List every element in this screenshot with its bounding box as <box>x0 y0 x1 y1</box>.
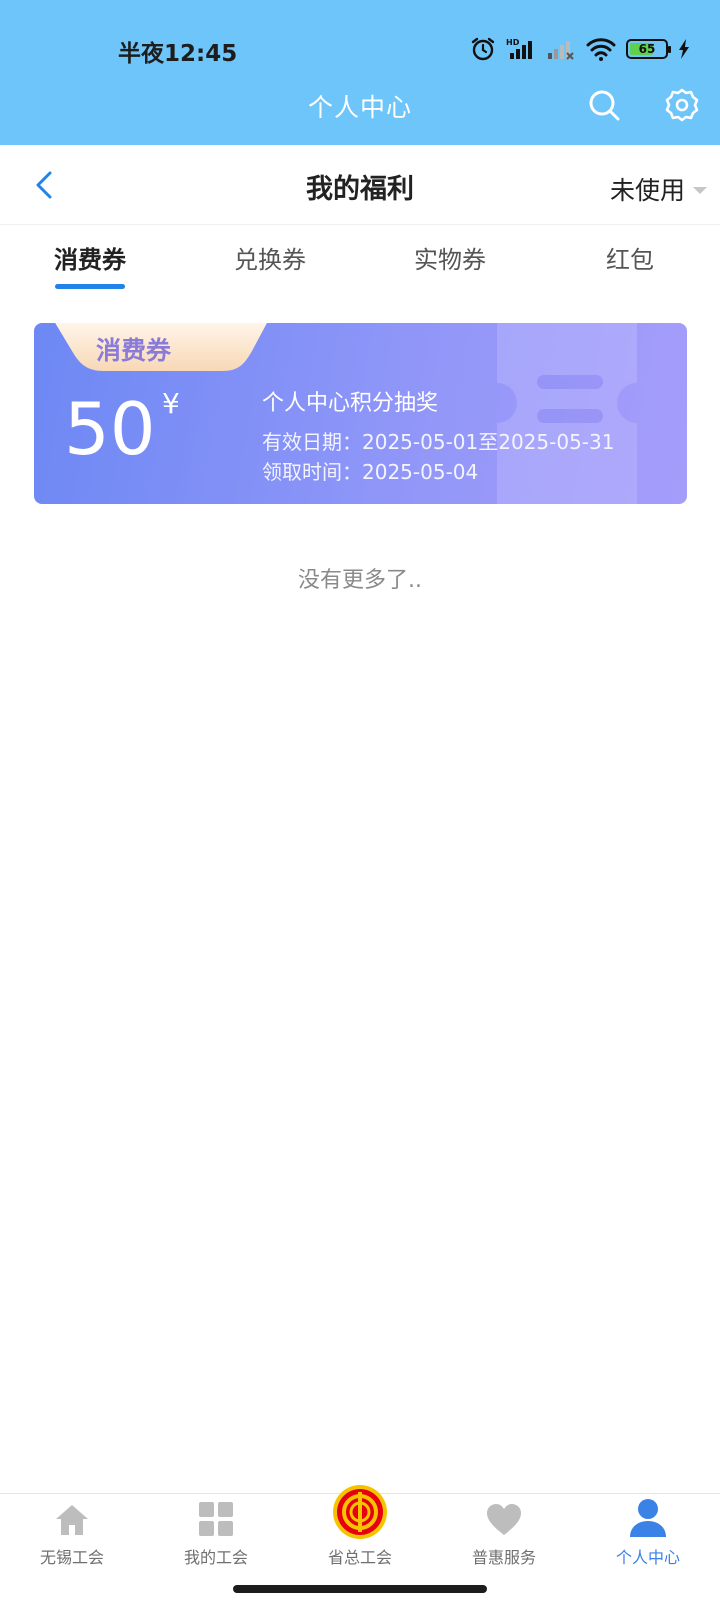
home-indicator[interactable] <box>233 1585 487 1593</box>
tab-red-packet[interactable]: 红包 <box>606 240 654 275</box>
person-icon <box>630 1499 666 1537</box>
wifi-icon <box>586 38 616 61</box>
union-logo-icon <box>333 1485 387 1539</box>
signal-hd-icon: HD <box>506 38 532 59</box>
nav-label: 省总工会 <box>327 1548 392 1567</box>
top-header-bar: 半夜12:45 HD 65 个人中心 <box>0 0 720 145</box>
nav-label: 个人中心 <box>615 1548 680 1567</box>
nav-item-provincial-union[interactable]: 省总工会 <box>288 1485 432 1584</box>
coupon-currency: ¥ <box>162 387 180 420</box>
active-tab-indicator <box>55 284 125 289</box>
nav-item-my-union[interactable]: 我的工会 <box>144 1494 288 1584</box>
coupon-tag-label: 消费券 <box>96 336 172 365</box>
alarm-icon <box>471 37 495 61</box>
coupon-amount: 50 <box>64 387 156 471</box>
tab-consumption-coupon[interactable]: 消费券 <box>54 240 126 275</box>
charging-icon <box>679 39 689 59</box>
status-icons: HD 65 <box>470 34 690 64</box>
nav-item-inclusive-service[interactable]: 普惠服务 <box>432 1494 576 1584</box>
chevron-down-icon <box>693 186 708 194</box>
svg-text:HD: HD <box>506 38 520 47</box>
signal-weak-icon <box>548 41 574 60</box>
sub-header: 我的福利 未使用 <box>0 145 720 225</box>
nav-label: 普惠服务 <box>471 1548 536 1567</box>
coupon-name: 个人中心积分抽奖 <box>262 391 439 416</box>
coupon-received-time: 领取时间：2025-05-04 <box>262 460 479 484</box>
home-icon <box>56 1505 88 1535</box>
tab-physical-coupon[interactable]: 实物券 <box>414 240 486 275</box>
list-end-text: 没有更多了.. <box>298 568 422 593</box>
ticket-watermark-icon <box>497 323 637 504</box>
grid-icon <box>199 1502 233 1536</box>
coupon-valid-date: 有效日期：2025-05-01至2025-05-31 <box>262 430 615 454</box>
coupon-tabs: 消费券 兑换券 实物券 红包 <box>0 228 720 294</box>
filter-label: 未使用 <box>610 176 686 205</box>
nav-item-wuxi-union[interactable]: 无锡工会 <box>0 1494 144 1584</box>
nav-label: 我的工会 <box>183 1548 248 1567</box>
nav-label: 无锡工会 <box>39 1548 104 1567</box>
bottom-navigation: 无锡工会 我的工会 省总工会 普惠服务 个人中心 <box>0 1485 720 1600</box>
status-time: 半夜12:45 <box>118 41 238 67</box>
gear-icon[interactable] <box>664 87 700 123</box>
heart-icon <box>487 1504 521 1535</box>
status-filter-dropdown[interactable]: 未使用 <box>610 171 708 207</box>
battery-indicator: 65 <box>626 39 671 59</box>
tab-exchange-coupon[interactable]: 兑换券 <box>234 240 306 275</box>
nav-item-personal-center[interactable]: 个人中心 <box>576 1494 720 1584</box>
search-icon[interactable] <box>586 87 622 123</box>
coupon-card[interactable]: 消费券 50 ¥ 个人中心积分抽奖 有效日期：2025-05-01至2025-0… <box>34 323 687 504</box>
